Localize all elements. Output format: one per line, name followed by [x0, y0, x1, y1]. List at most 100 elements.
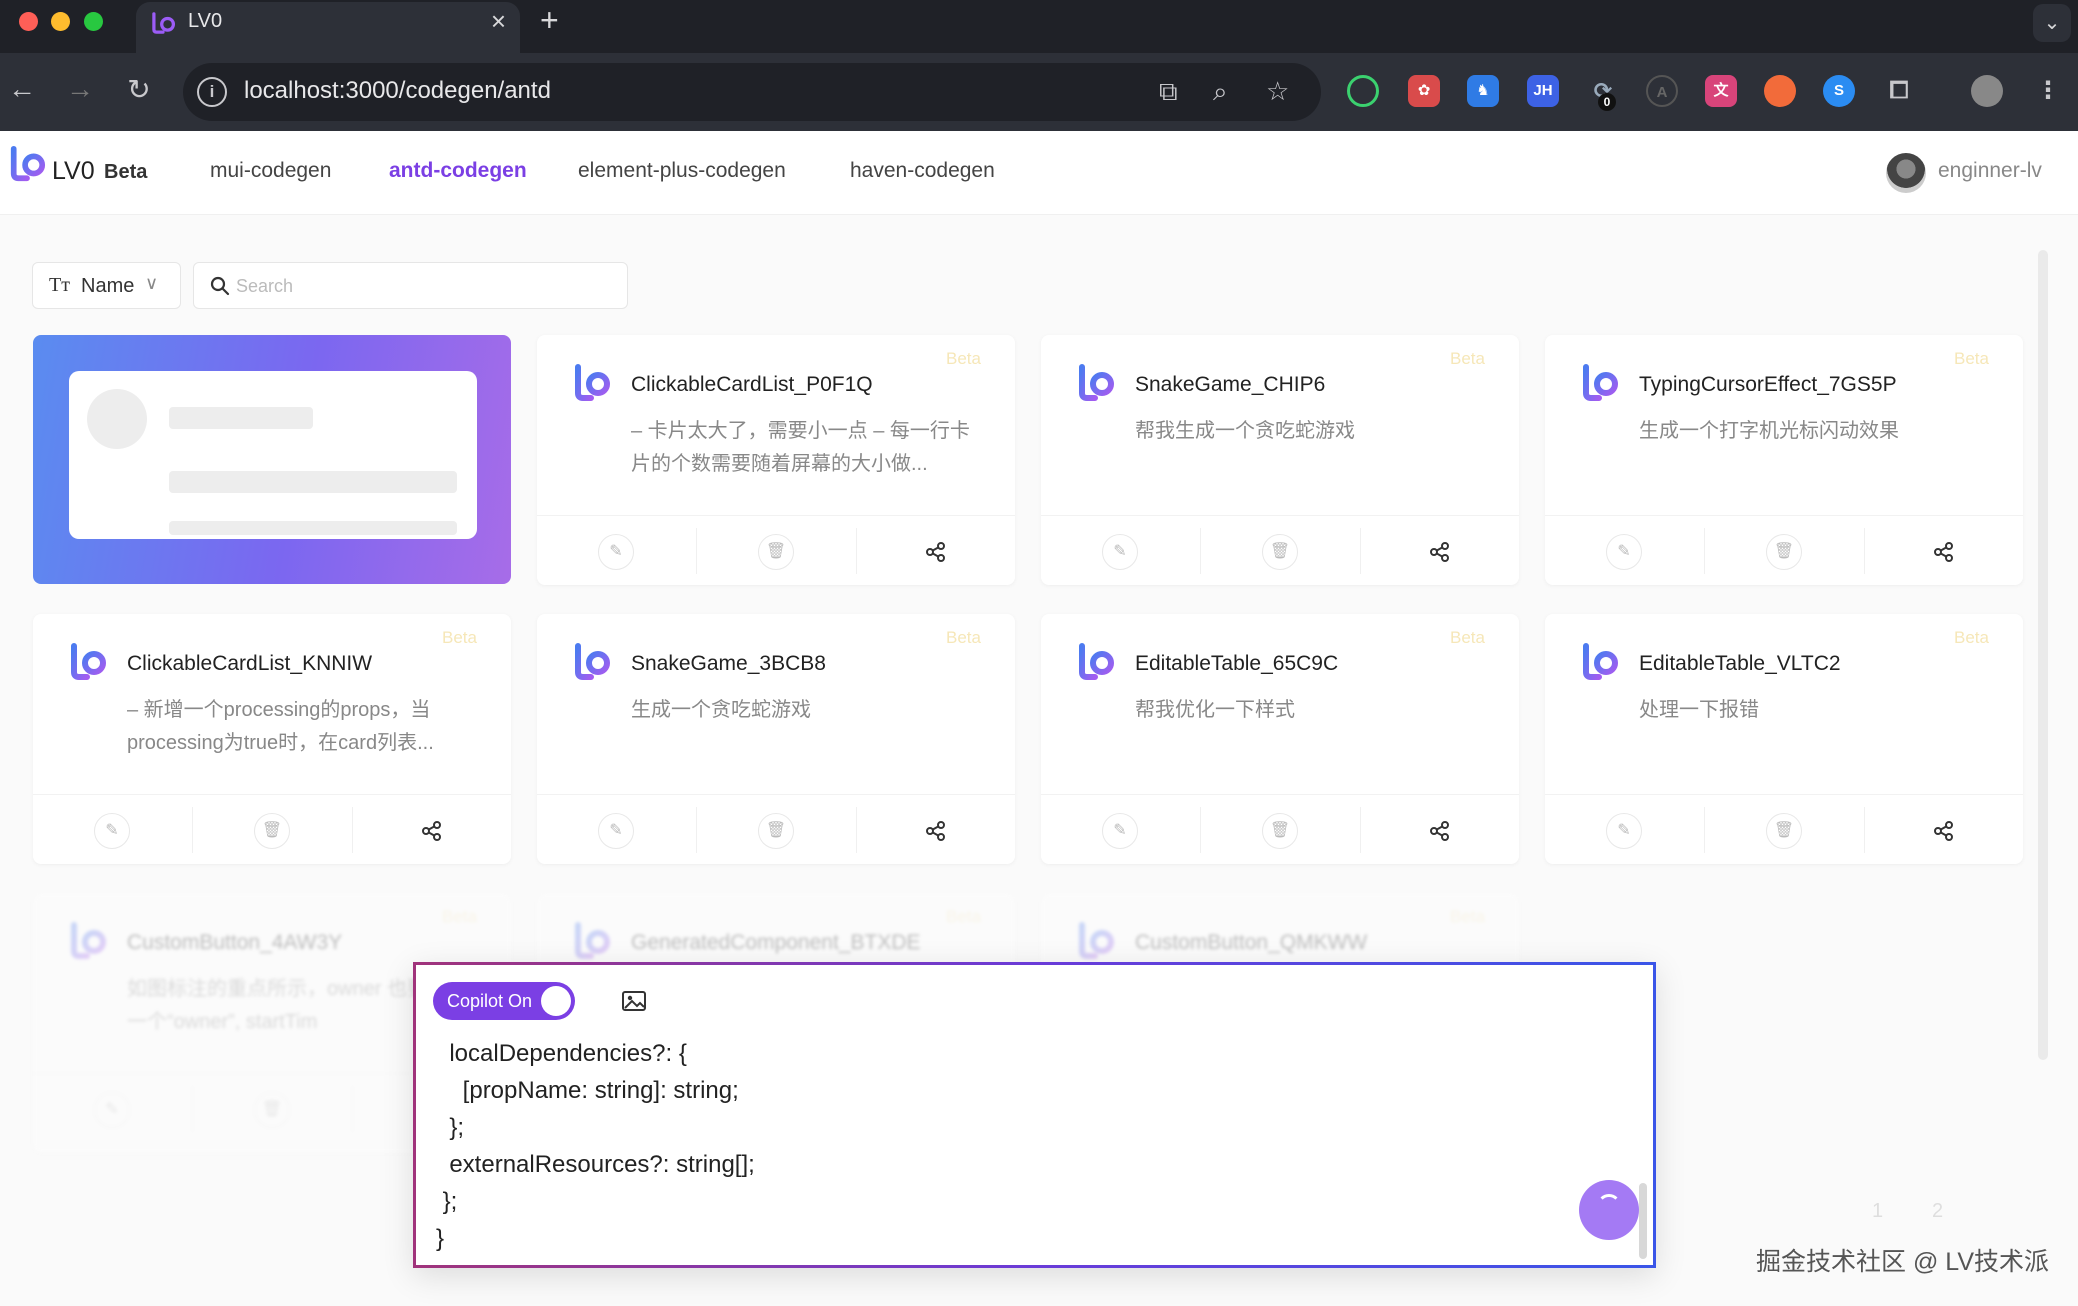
card-actions: ✎🗑: [1041, 515, 1519, 585]
share-icon[interactable]: [918, 534, 954, 570]
card-title[interactable]: GeneratedComponent_BTXDE: [631, 931, 921, 955]
component-card[interactable]: EditableTable_VLTC2 Beta 处理一下报错 ✎ 🗑: [1545, 614, 2023, 864]
delete-trash-icon[interactable]: 🗑: [254, 813, 290, 849]
translate-icon[interactable]: ⧉: [1159, 76, 1178, 108]
action-divider: [192, 1086, 193, 1132]
browser-tab[interactable]: LV0 ×: [136, 2, 520, 53]
extension-target-icon[interactable]: [1347, 75, 1379, 107]
card-actions: ✎🗑: [33, 794, 511, 864]
delete-trash-icon[interactable]: 🗑: [758, 534, 794, 570]
copilot-editor[interactable]: Copilot On localDependencies?: { [propNa…: [413, 962, 1656, 1268]
code-editor-text[interactable]: localDependencies?: { [propName: string]…: [436, 1035, 755, 1257]
card-title[interactable]: CustomButton_4AW3Y: [127, 931, 342, 955]
share-icon[interactable]: [1926, 813, 1962, 849]
image-upload-icon[interactable]: [620, 987, 648, 1015]
address-bar[interactable]: i localhost:3000/codegen/antd ⧉ ⌕ ☆: [183, 63, 1321, 121]
brand-name[interactable]: LV0: [52, 157, 95, 186]
edit-icon[interactable]: ✎: [598, 534, 634, 570]
search-input[interactable]: [236, 271, 616, 301]
nav-haven-codegen[interactable]: haven-codegen: [850, 159, 995, 183]
extension-a-icon[interactable]: A: [1646, 75, 1678, 107]
back-arrow-icon[interactable]: ←: [4, 73, 40, 105]
delete-trash-icon[interactable]: 🗑: [1262, 534, 1298, 570]
pagination-page-1[interactable]: 1: [1872, 1200, 1883, 1223]
extension-translate-icon[interactable]: 文: [1705, 75, 1737, 107]
card-title[interactable]: EditableTable_65C9C: [1135, 652, 1338, 676]
edit-icon[interactable]: ✎: [1606, 813, 1642, 849]
component-card[interactable]: SnakeGame_CHIP6 Beta 帮我生成一个贪吃蛇游戏 ✎ 🗑: [1041, 335, 1519, 585]
card-title[interactable]: EditableTable_VLTC2: [1639, 652, 1841, 676]
nav-mui-codegen[interactable]: mui-codegen: [210, 159, 331, 183]
card-title[interactable]: ClickableCardList_P0F1Q: [631, 373, 873, 397]
nav-element-plus-codegen[interactable]: element-plus-codegen: [578, 159, 786, 183]
card-title[interactable]: TypingCursorEffect_7GS5P: [1639, 373, 1897, 397]
card-actions: ✎🗑: [537, 794, 1015, 864]
card-title[interactable]: CustomButton_QMKWW: [1135, 931, 1367, 955]
extension-blue-icon[interactable]: ♞: [1467, 75, 1499, 107]
copilot-toggle[interactable]: Copilot On: [433, 982, 575, 1020]
pagination-page-2[interactable]: 2: [1932, 1200, 1943, 1223]
page-scrollbar[interactable]: [2038, 250, 2048, 1060]
edit-icon[interactable]: ✎: [94, 1092, 130, 1128]
card-title[interactable]: ClickableCardList_KNNIW: [127, 652, 372, 676]
delete-trash-icon[interactable]: 🗑: [254, 1092, 290, 1128]
edit-icon[interactable]: ✎: [598, 813, 634, 849]
forward-arrow-icon[interactable]: →: [62, 73, 98, 105]
reload-icon[interactable]: ↻: [121, 73, 157, 106]
edit-icon[interactable]: ✎: [1102, 813, 1138, 849]
url-text[interactable]: localhost:3000/codegen/antd: [244, 77, 551, 105]
new-tab-icon[interactable]: +: [540, 2, 559, 39]
new-component-preview-card[interactable]: [33, 335, 511, 584]
card-beta-badge: Beta: [946, 628, 981, 647]
component-card[interactable]: SnakeGame_3BCB8 Beta 生成一个贪吃蛇游戏 ✎ 🗑: [537, 614, 1015, 864]
extension-orange-icon[interactable]: [1764, 75, 1796, 107]
user-avatar[interactable]: [1886, 153, 1926, 193]
extensions-puzzle-icon[interactable]: ⧠: [1883, 75, 1915, 107]
extension-badge: 0: [1598, 93, 1616, 111]
delete-trash-icon[interactable]: 🗑: [1766, 534, 1802, 570]
search-box[interactable]: [193, 262, 628, 309]
component-card[interactable]: EditableTable_65C9C Beta 帮我优化一下样式 ✎ 🗑: [1041, 614, 1519, 864]
close-window-button[interactable]: [19, 12, 38, 31]
extension-s-icon[interactable]: S: [1823, 75, 1855, 107]
share-icon-glyph: [1934, 542, 1953, 562]
extension-jh-icon[interactable]: JH: [1527, 75, 1559, 107]
edit-icon[interactable]: ✎: [1606, 534, 1642, 570]
share-icon[interactable]: [1422, 813, 1458, 849]
lv-logo-icon: [1583, 643, 1618, 680]
lv-logo-icon: [10, 145, 46, 182]
share-icon[interactable]: [414, 813, 450, 849]
browser-menu-icon[interactable]: ⋮: [2032, 75, 2064, 107]
tab-search-chevron-icon[interactable]: ⌄: [2033, 4, 2071, 42]
extension-red-icon[interactable]: ✿: [1408, 75, 1440, 107]
minimize-window-button[interactable]: [51, 12, 70, 31]
component-card[interactable]: ClickableCardList_P0F1Q Beta – 卡片太大了，需要小一点…: [537, 335, 1015, 585]
component-card[interactable]: TypingCursorEffect_7GS5P Beta 生成一个打字机光标闪动效…: [1545, 335, 2023, 585]
share-icon[interactable]: [918, 813, 954, 849]
profile-avatar-icon[interactable]: [1971, 75, 2003, 107]
share-icon[interactable]: [1926, 534, 1962, 570]
bookmark-star-icon[interactable]: ☆: [1266, 76, 1289, 107]
zoom-icon[interactable]: ⌕: [1213, 76, 1228, 108]
loading-send-button[interactable]: [1579, 1180, 1639, 1240]
site-info-icon[interactable]: i: [197, 77, 227, 107]
editor-scrollbar[interactable]: [1639, 1183, 1647, 1259]
delete-trash-icon[interactable]: 🗑: [1766, 813, 1802, 849]
share-icon[interactable]: [1422, 534, 1458, 570]
close-tab-icon[interactable]: ×: [491, 6, 506, 37]
delete-trash-icon[interactable]: 🗑: [758, 813, 794, 849]
user-name[interactable]: enginner-lv: [1938, 159, 2042, 183]
share-icon-glyph: [1934, 821, 1953, 841]
edit-icon[interactable]: ✎: [94, 813, 130, 849]
maximize-window-button[interactable]: [84, 12, 103, 31]
card-title[interactable]: SnakeGame_3BCB8: [631, 652, 826, 676]
component-card[interactable]: ClickableCardList_KNNIW Beta – 新增一个process…: [33, 614, 511, 864]
card-actions: ✎🗑: [1041, 794, 1519, 864]
nav-antd-codegen[interactable]: antd-codegen: [389, 159, 527, 183]
edit-icon[interactable]: ✎: [1102, 534, 1138, 570]
card-title[interactable]: SnakeGame_CHIP6: [1135, 373, 1325, 397]
delete-trash-icon[interactable]: 🗑: [1262, 813, 1298, 849]
field-select[interactable]: Tт Name ∨: [32, 262, 181, 309]
skeleton-line: [169, 521, 457, 535]
loading-spinner-icon: [1597, 1194, 1621, 1218]
